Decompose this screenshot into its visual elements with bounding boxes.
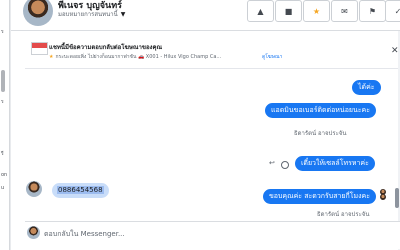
customer-avatar <box>26 181 42 197</box>
warning-icon: ▲ <box>257 6 264 16</box>
delete-button[interactable]: ■ <box>275 0 302 22</box>
message-thread[interactable]: แชทนี้มีข้อความตอบกลับต่อโฆษณาของคุณ ★ กร… <box>11 31 400 250</box>
message-bubble-outgoing[interactable]: เดี๋ยวให้เซลล์โทรหาค่ะ <box>295 156 375 171</box>
assign-label: มอบหมายการสนทนานี้ <box>58 11 118 18</box>
mark-unread-button[interactable]: ✉ <box>331 0 358 22</box>
ad-description: ★ กระบะดอยเพิ่ง ไปย่างก็อนมากาฟาชัน 🚗 X00… <box>49 53 221 61</box>
message-bubble-outgoing[interactable]: ได้ค่ะ <box>352 80 381 95</box>
rail-label: u <box>1 185 5 191</box>
phone-number[interactable]: 0886454568 <box>57 186 104 194</box>
ad-description-text: กระบะดอยเพิ่ง ไปย่างก็อนมากาฟาชัน 🚗 X001… <box>55 54 222 60</box>
star-icon: ★ <box>312 6 321 16</box>
rail-label: ร <box>1 29 4 35</box>
message-bubble-incoming[interactable]: 0886454568 <box>52 183 109 198</box>
check-icon: ✓ <box>394 6 400 16</box>
message-input[interactable] <box>42 226 386 241</box>
trash-icon: ■ <box>284 6 293 16</box>
ad-context-card: แชทนี้มีข้อความตอบกลับต่อโฆษณาของคุณ ★ กร… <box>25 34 400 69</box>
page-avatar <box>27 226 40 239</box>
message-bubble-outgoing[interactable]: แอดมินขอเบอร์ติดต่อหน่อยนะคะ <box>265 103 376 118</box>
ad-title: แชทนี้มีข้อความตอบกลับต่อโฆษณาของคุณ <box>49 44 163 51</box>
mark-spam-button[interactable]: ▲ <box>247 0 274 22</box>
conversation-header: พีเนจร บุญจันทร์ มอบหมายการสนทนานี้ ▼ ▲ ■… <box>11 0 400 31</box>
react-emoji-icon[interactable] <box>281 161 289 169</box>
thread-scrollbar[interactable] <box>395 188 399 208</box>
view-ad-link[interactable]: ดูโฆษณา <box>262 53 282 61</box>
contact-avatar[interactable] <box>23 0 53 26</box>
rail-label: รี <box>1 151 4 157</box>
mail-icon: ✉ <box>341 6 348 16</box>
assign-conversation[interactable]: มอบหมายการสนทนานี้ ▼ <box>58 9 125 19</box>
rail-label: ร <box>1 99 4 105</box>
ad-thumbnail <box>31 42 48 55</box>
left-rail: ร ร รี on u <box>0 0 10 250</box>
rail-scrollbar[interactable] <box>1 70 5 92</box>
automation-button[interactable]: ⚑ <box>359 0 386 22</box>
mark-done-button[interactable]: ✓ <box>385 0 400 22</box>
rail-label: on <box>1 172 8 178</box>
seen-avatar <box>380 194 386 200</box>
composer-bar <box>25 221 400 249</box>
sender-name: ธิดารัตน์ อาจประจัน <box>317 211 370 218</box>
message-bubble-outgoing[interactable]: ขอบคุณค่ะ สะดวกรับสายกี่โมงคะ <box>263 189 377 204</box>
bot-icon: ⚑ <box>368 6 377 16</box>
follow-up-button[interactable]: ★ <box>303 0 330 22</box>
sender-name: ธิดารัตน์ อาจประจัน <box>294 130 347 137</box>
chevron-down-icon: ▼ <box>120 11 126 18</box>
reply-icon[interactable]: ↩ <box>269 159 275 167</box>
star-icon: ★ <box>49 54 54 60</box>
